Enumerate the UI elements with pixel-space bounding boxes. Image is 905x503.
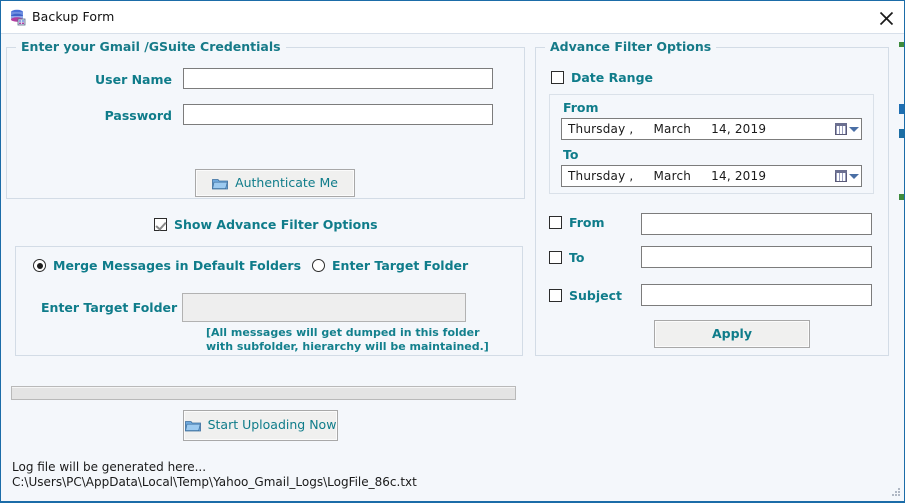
apply-button[interactable]: Apply (654, 320, 810, 348)
advance-filter-group: Advance Filter Options Date Range From T… (535, 39, 889, 356)
from-date-value: Thursday , March 14, 2019 (568, 122, 767, 136)
checkbox-box (551, 71, 564, 84)
password-input[interactable] (183, 104, 493, 125)
checkbox-box (549, 251, 562, 264)
password-label: Password (104, 108, 172, 123)
username-input[interactable] (183, 68, 493, 89)
filter-from-input[interactable] (641, 213, 872, 235)
filter-to-input[interactable] (641, 246, 872, 268)
to-date-picker[interactable]: Thursday , March 14, 2019 (561, 165, 862, 187)
target-folder-group: Merge Messages in Default Folders Enter … (15, 246, 523, 356)
target-folder-input[interactable] (182, 293, 466, 322)
background-app-edge (899, 34, 904, 498)
chevron-down-icon (849, 126, 859, 132)
to-date-label: To (563, 147, 579, 162)
username-label: User Name (95, 72, 172, 87)
database-stack-icon (9, 9, 27, 26)
checkbox-box (549, 289, 562, 302)
target-folder-note: [All messages will get dumped in this fo… (206, 326, 489, 353)
date-range-group: From Thursday , March 14, 2019 To Thursd… (549, 94, 874, 194)
from-date-picker[interactable]: Thursday , March 14, 2019 (561, 118, 862, 140)
filter-from-label: From (569, 215, 605, 230)
title-bar: Backup Form (1, 1, 904, 34)
date-range-checkbox[interactable]: Date Range (551, 70, 653, 85)
to-date-value: Thursday , March 14, 2019 (568, 169, 767, 183)
checkbox-box (549, 216, 562, 229)
credentials-group-title: Enter your Gmail /GSuite Credentials (16, 39, 286, 54)
target-folder-label: Enter Target Folder (41, 300, 178, 315)
from-date-label: From (563, 100, 599, 115)
authenticate-button[interactable]: Authenticate Me (195, 169, 355, 197)
to-date-dropdown-button[interactable] (835, 170, 859, 182)
credentials-group: Enter your Gmail /GSuite Credentials Use… (6, 39, 525, 199)
backup-form-window: Backup Form Enter your Gmail /GSuite Cre… (0, 0, 905, 503)
radio-enter-target-folder[interactable]: Enter Target Folder (312, 258, 468, 273)
radio-dot (33, 259, 46, 272)
filter-from-checkbox[interactable]: From (549, 215, 605, 230)
start-uploading-button-label: Start Uploading Now (207, 417, 337, 433)
checkbox-box (154, 218, 167, 231)
radio-merge-default-folders[interactable]: Merge Messages in Default Folders (33, 258, 301, 273)
log-path-text: Log file will be generated here... C:\Us… (12, 460, 417, 489)
folder-icon (212, 177, 228, 190)
authenticate-button-label: Authenticate Me (235, 174, 338, 190)
filter-to-label: To (569, 250, 585, 265)
folder-icon (184, 419, 201, 432)
calendar-icon (835, 123, 847, 135)
window-title: Backup Form (32, 9, 115, 24)
filter-to-checkbox[interactable]: To (549, 250, 584, 265)
calendar-icon (835, 170, 847, 182)
filter-subject-input[interactable] (641, 284, 872, 306)
chevron-down-icon (849, 173, 859, 179)
show-advance-filter-checkbox[interactable]: Show Advance Filter Options (154, 217, 378, 232)
radio-target-label: Enter Target Folder (332, 258, 469, 273)
radio-dot (312, 259, 325, 272)
filter-subject-label: Subject (569, 288, 622, 303)
advance-filter-group-title: Advance Filter Options (545, 39, 717, 54)
radio-merge-label: Merge Messages in Default Folders (53, 258, 302, 273)
from-date-dropdown-button[interactable] (835, 123, 859, 135)
start-uploading-button[interactable]: Start Uploading Now (183, 410, 338, 441)
close-icon[interactable] (872, 6, 900, 30)
upload-progress-bar (11, 386, 516, 400)
apply-button-label: Apply (711, 325, 752, 341)
filter-subject-checkbox[interactable]: Subject (549, 288, 622, 303)
resize-grip[interactable] (889, 485, 900, 496)
date-range-label: Date Range (571, 70, 654, 85)
show-advance-filter-label: Show Advance Filter Options (174, 217, 378, 232)
